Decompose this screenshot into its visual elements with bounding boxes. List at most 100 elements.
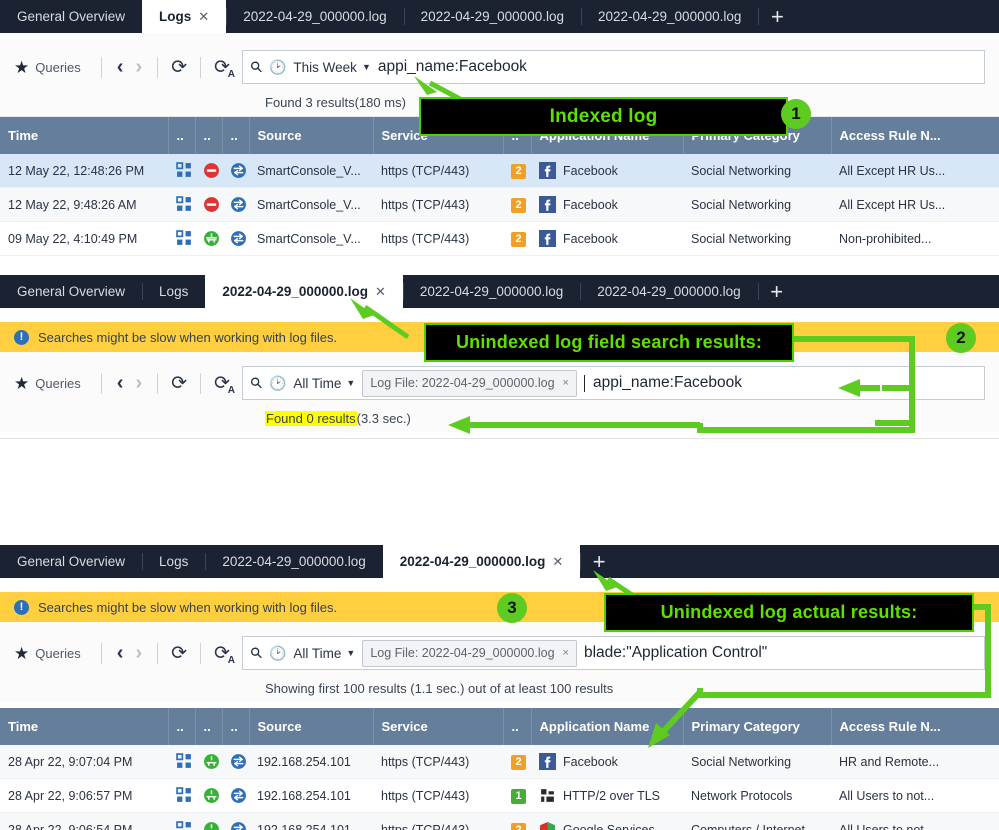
auto-refresh-icon[interactable]: ⟳ A: [210, 374, 235, 396]
col-icon-2[interactable]: ..: [195, 117, 223, 154]
col-application-name[interactable]: Application Name: [531, 117, 684, 154]
time-range-selector[interactable]: All Time: [293, 376, 341, 391]
tab-logs[interactable]: Logs ✕: [142, 0, 227, 33]
chevron-down-icon[interactable]: ▼: [346, 648, 355, 658]
col-icon-4[interactable]: ..: [503, 117, 532, 154]
search-input[interactable]: ⚲ 🕑 This Week ▼ appi_name:Facebook: [241, 50, 985, 84]
bidirectional-icon: [222, 812, 249, 830]
chip-close-icon[interactable]: ×: [563, 647, 569, 659]
tab-logfile-1[interactable]: 2022-04-29_000000.log ✕: [205, 275, 403, 308]
queries-button[interactable]: ★ Queries: [14, 375, 92, 392]
chevron-left-icon[interactable]: ‹: [111, 57, 130, 77]
cell-service: https (TCP/443): [373, 221, 503, 256]
table-row[interactable]: 12 May 22, 12:48:26 PM SmartConsole_V...…: [0, 154, 999, 188]
divider: [100, 56, 102, 78]
tab-logfile-3[interactable]: 2022-04-29_000000.log: [580, 0, 758, 33]
tab-logfile-1[interactable]: 2022-04-29_000000.log: [226, 0, 403, 33]
auto-refresh-icon[interactable]: ⟳ A: [210, 58, 235, 80]
chip-close-icon[interactable]: ×: [563, 377, 569, 389]
col-access-rule-name[interactable]: Access Rule N...: [831, 708, 999, 745]
info-icon: !: [14, 329, 29, 345]
chevron-down-icon[interactable]: ▼: [346, 378, 355, 388]
time-range-selector[interactable]: All Time: [293, 646, 341, 661]
chevron-down-icon[interactable]: ▼: [362, 62, 371, 72]
col-icon-1[interactable]: ..: [168, 708, 196, 745]
cell-access-rule: HR and Remote...: [831, 745, 999, 779]
table-row[interactable]: 28 Apr 22, 9:07:04 PM 192.168.254.101 ht…: [0, 745, 999, 779]
col-source[interactable]: Source: [249, 117, 374, 154]
text-caret: [583, 374, 585, 392]
tab-logfile-2[interactable]: 2022-04-29_000000.log: [402, 275, 580, 308]
cell-source: SmartConsole_V...: [249, 221, 373, 256]
col-primary-category[interactable]: Primary Category: [683, 708, 832, 745]
auto-refresh-icon[interactable]: ⟳ A: [210, 644, 235, 666]
add-tab-button[interactable]: +: [757, 275, 796, 308]
tab-logfile-2[interactable]: 2022-04-29_000000.log ✕: [382, 545, 581, 578]
cell-source: 192.168.254.101: [249, 812, 373, 830]
bidirectional-icon: [222, 154, 249, 188]
tab-label: Logs: [159, 554, 189, 569]
refresh-icon[interactable]: ⟳: [167, 644, 191, 663]
app-label: Google Services: [563, 822, 655, 830]
chevron-left-icon[interactable]: ‹: [111, 643, 130, 663]
col-icon-3[interactable]: ..: [222, 117, 250, 154]
tab-logs[interactable]: Logs: [142, 545, 205, 578]
col-icon-4[interactable]: ..: [503, 708, 532, 745]
cell-time: 28 Apr 22, 9:06:57 PM: [0, 778, 168, 813]
col-primary-category[interactable]: Primary Category: [683, 117, 832, 154]
chevron-right-icon[interactable]: ›: [129, 57, 148, 77]
tab-logs[interactable]: Logs: [142, 275, 205, 308]
cell-time: 09 May 22, 4:10:49 PM: [0, 221, 168, 256]
table-row[interactable]: 28 Apr 22, 9:06:57 PM 192.168.254.101 ht…: [0, 778, 999, 813]
warning-banner: ! Searches might be slow when working wi…: [0, 592, 999, 622]
close-icon[interactable]: ✕: [552, 555, 563, 568]
blocks-icon: [168, 187, 195, 222]
tab-logfile-1[interactable]: 2022-04-29_000000.log: [205, 545, 382, 578]
results-count: Found 3 results (180 ms): [0, 88, 999, 116]
refresh-icon[interactable]: ⟳: [167, 374, 191, 393]
close-icon[interactable]: ✕: [375, 285, 386, 298]
add-tab-button[interactable]: +: [580, 545, 618, 578]
tab-logfile-3[interactable]: 2022-04-29_000000.log: [580, 275, 757, 308]
chevron-right-icon[interactable]: ›: [129, 373, 148, 393]
tab-label: 2022-04-29_000000.log: [420, 9, 564, 24]
col-source[interactable]: Source: [249, 708, 374, 745]
queries-button[interactable]: ★ Queries: [14, 645, 92, 662]
col-application-name[interactable]: Application Name: [531, 708, 684, 745]
count-badge: 2: [511, 163, 526, 179]
close-icon[interactable]: ✕: [198, 10, 209, 23]
col-access-rule-name[interactable]: Access Rule N...: [831, 117, 999, 154]
search-icon: ⚲: [246, 643, 267, 664]
tab-label: General Overview: [17, 284, 126, 299]
col-icon-3[interactable]: ..: [222, 708, 250, 745]
info-icon: !: [14, 599, 29, 615]
search-input[interactable]: ⚲ 🕑 All Time ▼ Log File: 2022-04-29_0000…: [241, 366, 985, 400]
results-count: Found 0 results (3.3 sec.): [0, 404, 999, 432]
col-icon-1[interactable]: ..: [168, 117, 196, 154]
col-time[interactable]: Time: [0, 708, 169, 745]
tab-logfile-2[interactable]: 2022-04-29_000000.log: [403, 0, 581, 33]
col-icon-2[interactable]: ..: [195, 708, 223, 745]
refresh-icon[interactable]: ⟳: [167, 58, 191, 77]
log-file-filter-chip[interactable]: Log File: 2022-04-29_000000.log ×: [362, 639, 577, 667]
tab-general-overview[interactable]: General Overview: [0, 0, 142, 33]
table-row[interactable]: 28 Apr 22, 9:06:54 PM 192.168.254.101 ht…: [0, 812, 999, 830]
table-row[interactable]: 09 May 22, 4:10:49 PM SmartConsole_V... …: [0, 221, 999, 256]
add-tab-button[interactable]: +: [758, 0, 796, 33]
queries-button[interactable]: ★ Queries: [14, 59, 92, 76]
tab-general-overview[interactable]: General Overview: [0, 275, 142, 308]
col-service[interactable]: Service: [373, 117, 504, 154]
cell-primary-category: Social Networking: [683, 187, 831, 222]
chevron-left-icon[interactable]: ‹: [111, 373, 130, 393]
search-input[interactable]: ⚲ 🕑 All Time ▼ Log File: 2022-04-29_0000…: [241, 636, 985, 670]
time-range-selector[interactable]: This Week: [293, 60, 357, 75]
tab-general-overview[interactable]: General Overview: [0, 545, 142, 578]
app-label: Facebook: [563, 754, 618, 769]
results-count-main: Found 3 results: [265, 94, 355, 110]
results-count-time: Showing first 100 results (1.1 sec.) out…: [265, 680, 614, 696]
chevron-right-icon[interactable]: ›: [129, 643, 148, 663]
log-file-filter-chip[interactable]: Log File: 2022-04-29_000000.log ×: [362, 369, 577, 397]
col-time[interactable]: Time: [0, 117, 169, 154]
col-service[interactable]: Service: [373, 708, 504, 745]
table-row[interactable]: 12 May 22, 9:48:26 AM SmartConsole_V... …: [0, 187, 999, 222]
